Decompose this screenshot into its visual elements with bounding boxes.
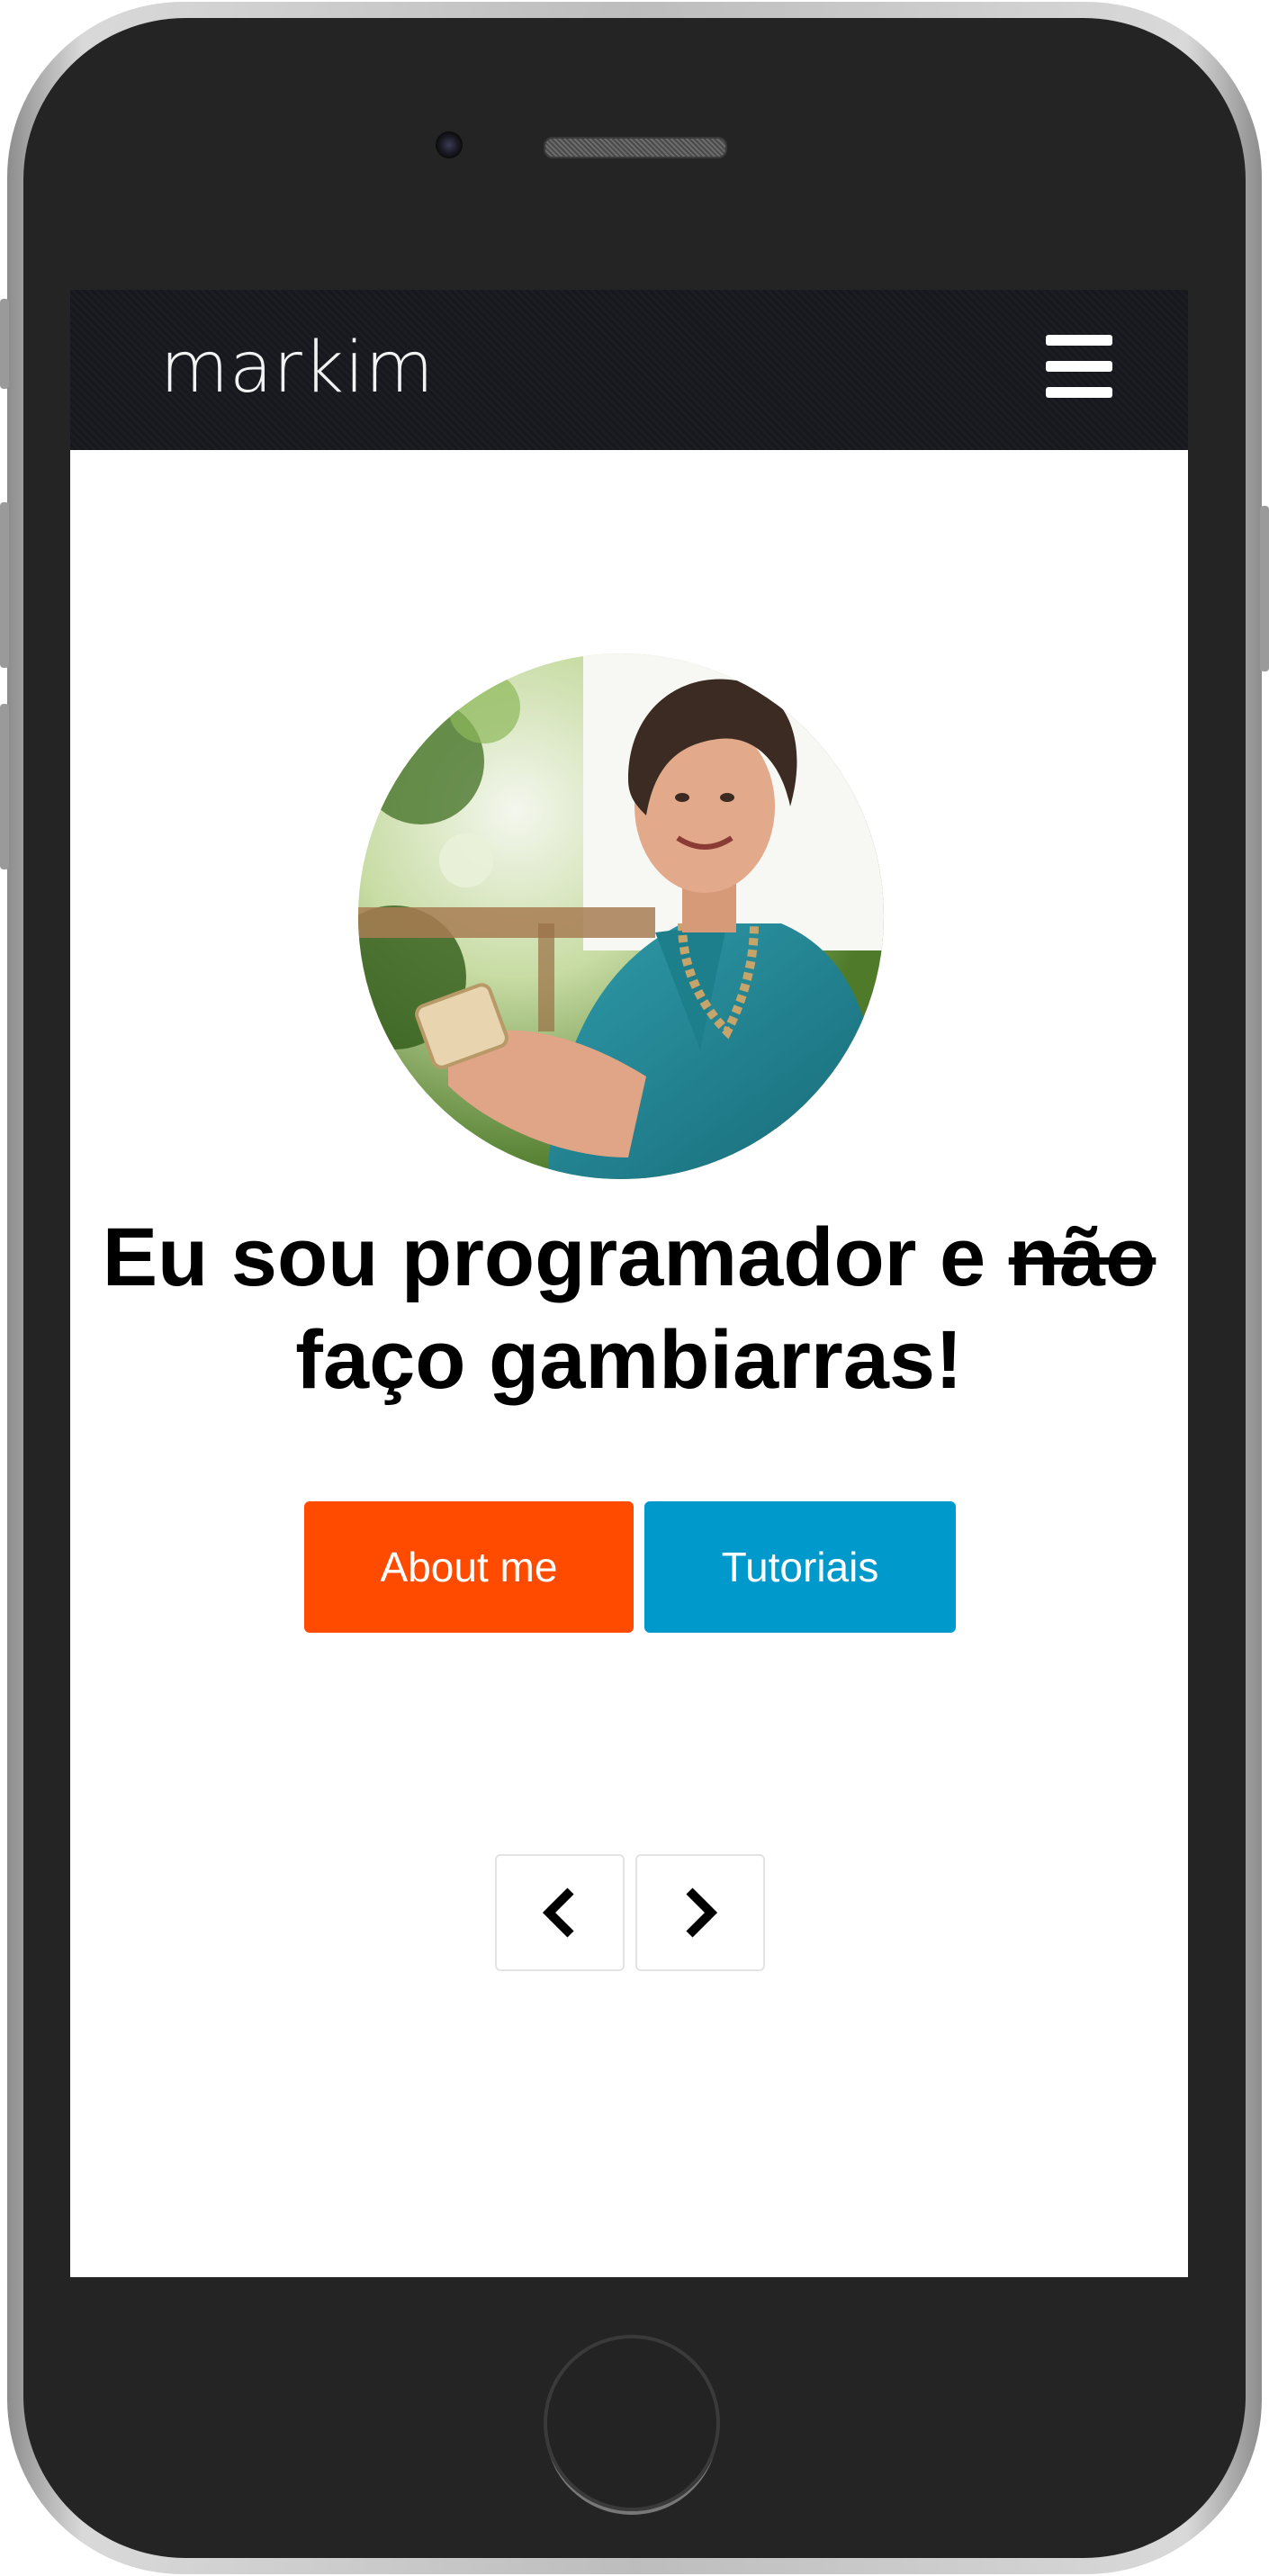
- power-button: [1260, 506, 1269, 671]
- navbar: markim: [70, 290, 1188, 450]
- mute-switch: [0, 299, 9, 389]
- chevron-left-icon: [542, 1887, 574, 1938]
- volume-up-button: [0, 502, 9, 668]
- volume-down-button: [0, 704, 9, 869]
- headline-text-1: Eu sou programador e: [102, 1211, 1009, 1303]
- chevron-right-icon: [686, 1887, 718, 1938]
- front-camera: [436, 131, 463, 158]
- carousel-prev-button[interactable]: [495, 1854, 625, 1971]
- headline-text-2: faço gambiarras!: [295, 1314, 963, 1406]
- hamburger-icon[interactable]: [1042, 335, 1116, 398]
- phone-screen: markim Eu sou programador e não faço gam…: [70, 290, 1188, 2277]
- profile-photo: [358, 653, 884, 1179]
- carousel-next-button[interactable]: [635, 1854, 765, 1971]
- about-me-button[interactable]: About me: [304, 1501, 634, 1633]
- headline-strikethrough: não: [1008, 1211, 1156, 1303]
- brand-logo[interactable]: markim: [160, 328, 435, 409]
- earpiece-speaker: [544, 137, 727, 158]
- hero-headline: Eu sou programador e não faço gambiarras…: [70, 1206, 1188, 1411]
- home-button: [544, 2335, 720, 2511]
- tutorials-button[interactable]: Tutoriais: [644, 1501, 956, 1633]
